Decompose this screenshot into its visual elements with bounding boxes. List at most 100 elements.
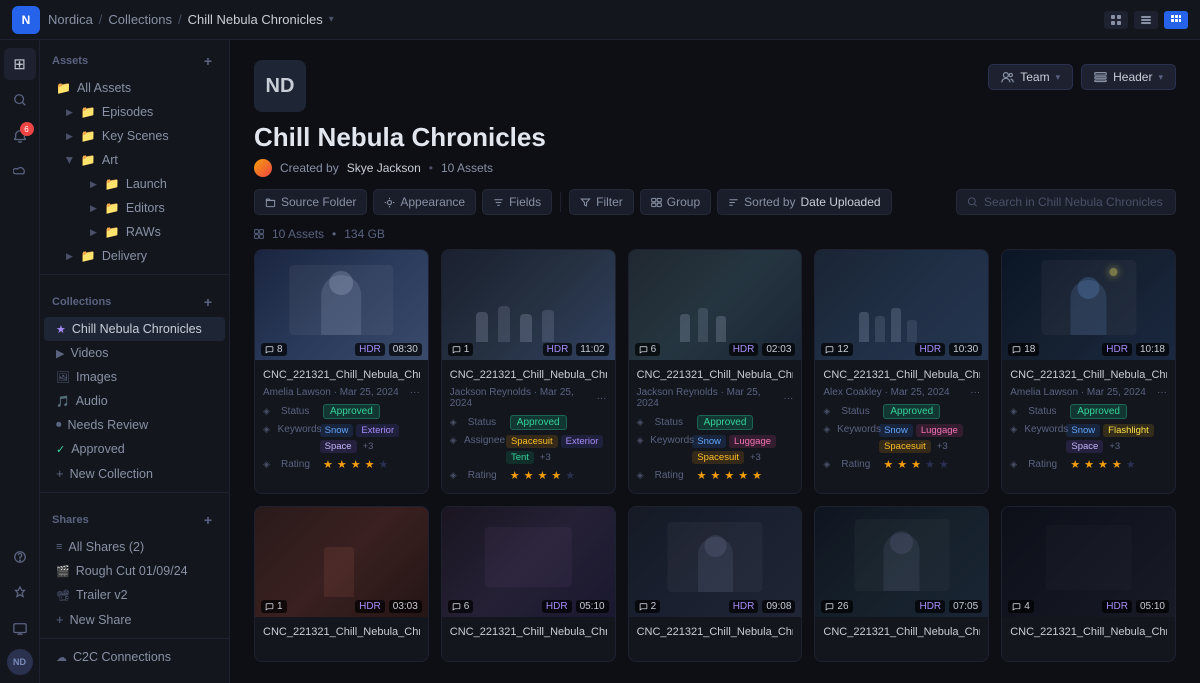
asset-card-body: CNC_221321_Chill_Nebula_Chronicles_Premi… — [1002, 360, 1175, 482]
asset-tag[interactable]: Spacesuit — [879, 440, 931, 453]
nav-key-scenes[interactable]: ▶ 📁 Key Scenes — [44, 124, 225, 148]
asset-card-body: CNC_221321_Chill_Nebula_Chronicles_Premi… — [815, 360, 988, 482]
star-filled: ★ — [697, 469, 707, 482]
status-badge: Approved — [697, 415, 754, 430]
appearance-button[interactable]: Appearance — [373, 189, 476, 215]
asset-tag[interactable]: Snow — [1066, 424, 1100, 437]
thumb-overlay: 1 HDR 11:02 — [442, 339, 615, 360]
nav-chill-nebula[interactable]: ★ Chill Nebula Chronicles — [44, 317, 225, 341]
nav-images[interactable]: 🖼 Images — [44, 365, 225, 389]
asset-field-tags: ◈ Keywords SnowLuggageSpacesuit+3 — [637, 435, 794, 464]
asset-tag[interactable]: Exterior — [561, 435, 604, 448]
group-button[interactable]: Group — [640, 189, 711, 215]
nav-audio[interactable]: 🎵 Audio — [44, 389, 225, 413]
sidebar-icon-search[interactable] — [4, 84, 36, 116]
header-button[interactable]: Header ▾ — [1081, 64, 1176, 90]
stats-bar: 10 Assets • 134 GB — [230, 223, 1200, 249]
sidebar-icon-bell[interactable]: 6 — [4, 120, 36, 152]
collections-add-button[interactable]: + — [199, 293, 217, 311]
star-filled: ★ — [1070, 458, 1080, 471]
sidebar-icon-cloud[interactable] — [4, 156, 36, 188]
asset-card[interactable]: 4 HDR 05:10 CNC_221321_Chill_Nebula_Chro… — [1001, 506, 1176, 661]
asset-menu-button[interactable]: ··· — [410, 387, 420, 398]
source-folder-button[interactable]: Source Folder — [254, 189, 367, 215]
nav-all-shares[interactable]: ≡ All Shares (2) — [44, 535, 225, 559]
search-bar[interactable] — [956, 189, 1176, 215]
asset-filename: CNC_221321_Chill_Nebula_Chronicles_Premi… — [823, 368, 980, 383]
nav-c2c-connections[interactable]: ☁ C2C Connections — [44, 645, 225, 669]
assets-add-button[interactable]: + — [199, 52, 217, 70]
asset-tag[interactable]: Spacesuit — [506, 435, 558, 448]
sidebar-icon-monitor[interactable] — [4, 613, 36, 645]
folder-icon: 📁 — [105, 225, 120, 239]
nav-needs-review[interactable]: ⏺ Needs Review — [44, 413, 225, 437]
asset-card[interactable]: 2 HDR 09:08 CNC_221321_Chill_Nebula_Chro… — [628, 506, 803, 661]
nav-editors[interactable]: ▶ 📁 Editors — [44, 196, 225, 220]
asset-tag[interactable]: Space — [320, 440, 357, 453]
folder-icon: 📁 — [105, 201, 120, 215]
asset-card[interactable]: 6 HDR 02:03 CNC_221321_Chill_Nebula_Chro… — [628, 249, 803, 494]
asset-card[interactable]: 1 HDR 03:03 CNC_221321_Chill_Nebula_Chro… — [254, 506, 429, 661]
nav-launch[interactable]: ▶ 📁 Launch — [44, 172, 225, 196]
asset-field-tags: ◈ Assignee SpacesuitExteriorTent+3 — [450, 435, 607, 464]
filter-button[interactable]: Filter — [569, 189, 634, 215]
asset-card[interactable]: 18 HDR 10:18 CNC_221321_Chill_Nebula_Chr… — [1001, 249, 1176, 494]
nav-raws[interactable]: ▶ 📁 RAWs — [44, 220, 225, 244]
view-toggle-3[interactable] — [1164, 11, 1188, 29]
asset-tag[interactable]: Exterior — [356, 424, 399, 437]
asset-card[interactable]: 1 HDR 11:02 CNC_221321_Chill_Nebula_Chro… — [441, 249, 616, 494]
shares-add-button[interactable]: + — [199, 511, 217, 529]
sort-button[interactable]: Sorted by Date Uploaded — [717, 189, 891, 215]
asset-filename: CNC_221321_Chill_Nebula_Chronicles_Premi… — [263, 625, 420, 640]
star-rating[interactable]: ★★★★★ — [1070, 458, 1135, 471]
nav-art[interactable]: ▶ 📁 Art — [44, 148, 225, 172]
nav-delivery[interactable]: ▶ 📁 Delivery — [44, 244, 225, 268]
star-rating[interactable]: ★★★★★ — [510, 469, 575, 482]
nav-videos[interactable]: ▶ Videos — [44, 341, 225, 365]
asset-card[interactable]: 26 HDR 07:05 CNC_221321_Chill_Nebula_Chr… — [814, 506, 989, 661]
asset-tag[interactable]: Snow — [879, 424, 913, 437]
duration-badge: 02:03 — [762, 343, 795, 356]
nav-episodes[interactable]: ▶ 📁 Episodes — [44, 100, 225, 124]
asset-menu-button[interactable]: ··· — [597, 393, 607, 404]
nav-new-collection[interactable]: + New Collection — [44, 461, 225, 486]
sidebar-icon-home[interactable]: ⊞ — [4, 48, 36, 80]
team-button[interactable]: Team ▾ — [988, 64, 1073, 90]
star-rating[interactable]: ★★★★★ — [697, 469, 762, 482]
asset-card-body: CNC_221321_Chill_Nebula_Chronicles_Premi… — [255, 617, 428, 660]
user-avatar[interactable]: ND — [7, 649, 33, 675]
view-toggle-2[interactable] — [1134, 11, 1158, 29]
asset-card[interactable]: 8 HDR 08:30 CNC_221321_Chill_Nebula_Chro… — [254, 249, 429, 494]
view-toggle-1[interactable] — [1104, 11, 1128, 29]
asset-tag[interactable]: Luggage — [916, 424, 963, 437]
nav-approved[interactable]: ✓ Approved — [44, 437, 225, 461]
breadcrumb-collections[interactable]: Collections — [108, 12, 172, 27]
sidebar-icon-pin[interactable] — [4, 577, 36, 609]
nav-trailer-v2[interactable]: 📽 Trailer v2 — [44, 583, 225, 607]
star-rating[interactable]: ★★★★★ — [323, 458, 388, 471]
nav-all-assets[interactable]: 📁 All Assets — [44, 76, 225, 100]
header-buttons: Team ▾ Header ▾ — [988, 64, 1176, 90]
search-input[interactable] — [984, 195, 1165, 209]
assets-section-title: Assets + — [40, 40, 229, 76]
asset-tag[interactable]: Flashlight — [1103, 424, 1154, 437]
breadcrumb-root[interactable]: Nordica — [48, 12, 93, 27]
asset-tag[interactable]: Snow — [692, 435, 726, 448]
asset-tag[interactable]: Luggage — [729, 435, 776, 448]
asset-menu-button[interactable]: ··· — [1157, 387, 1167, 398]
asset-card[interactable]: 12 HDR 10:30 CNC_221321_Chill_Nebula_Chr… — [814, 249, 989, 494]
collection-header: ND Chill Nebula Chronicles Created by Sk… — [230, 40, 1200, 177]
asset-tag[interactable]: Spacesuit — [692, 451, 744, 464]
asset-menu-button[interactable]: ··· — [970, 387, 980, 398]
fields-button[interactable]: Fields — [482, 189, 552, 215]
asset-tag[interactable]: Snow — [320, 424, 354, 437]
sidebar-icon-help[interactable] — [4, 541, 36, 573]
asset-card[interactable]: 6 HDR 05:10 CNC_221321_Chill_Nebula_Chro… — [441, 506, 616, 661]
nav-new-share[interactable]: + New Share — [44, 607, 225, 632]
comment-badge: 12 — [821, 343, 852, 356]
star-rating[interactable]: ★★★★★ — [883, 458, 948, 471]
asset-tag[interactable]: Space — [1066, 440, 1103, 453]
asset-menu-button[interactable]: ··· — [783, 393, 793, 404]
nav-rough-cut[interactable]: 🎬 Rough Cut 01/09/24 — [44, 559, 225, 583]
asset-tag[interactable]: Tent — [506, 451, 534, 464]
